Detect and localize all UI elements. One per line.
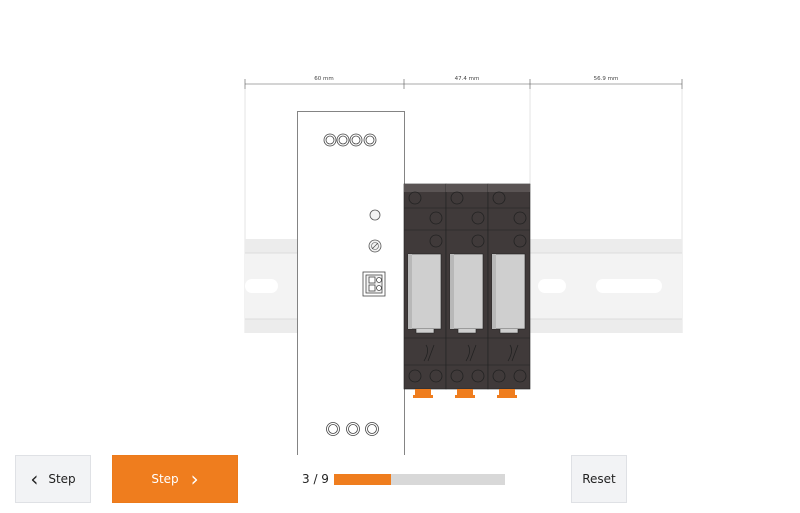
prev-step-button[interactable]: ‹ Step bbox=[15, 455, 91, 503]
relay-module-3 bbox=[487, 183, 531, 398]
progress-fill bbox=[334, 473, 391, 485]
relay-module-1 bbox=[403, 183, 447, 398]
reset-label: Reset bbox=[582, 472, 616, 486]
relay-module-2 bbox=[445, 183, 489, 398]
progress-track bbox=[334, 473, 505, 485]
prev-step-label: Step bbox=[48, 472, 76, 486]
reset-button[interactable]: Reset bbox=[571, 455, 627, 503]
dimension-label-module: 47.4 mm bbox=[455, 76, 480, 82]
next-step-button[interactable]: Step › bbox=[112, 455, 238, 503]
bottom-terminal-holes bbox=[326, 422, 379, 436]
assembly-diagram: 60 mm 47.4 mm 56.9 mm bbox=[244, 76, 683, 455]
next-step-label: Step bbox=[151, 472, 179, 486]
step-counter: 3 / 9 bbox=[302, 472, 329, 486]
led-indicator bbox=[369, 209, 381, 221]
relay-modules bbox=[403, 183, 531, 398]
chevron-left-icon: ‹ bbox=[30, 467, 39, 491]
potentiometer-icon bbox=[368, 239, 382, 253]
dimension-label-left: 60 mm bbox=[314, 76, 333, 82]
connector-block bbox=[362, 271, 386, 297]
step-progress: 3 / 9 bbox=[302, 471, 505, 487]
chevron-right-icon: › bbox=[190, 467, 199, 491]
configurator-stage: 60 mm 47.4 mm 56.9 mm ‹ Step Step › 3 / … bbox=[0, 0, 800, 513]
end-plate bbox=[297, 111, 405, 455]
dimension-label-right: 56.9 mm bbox=[594, 76, 619, 82]
